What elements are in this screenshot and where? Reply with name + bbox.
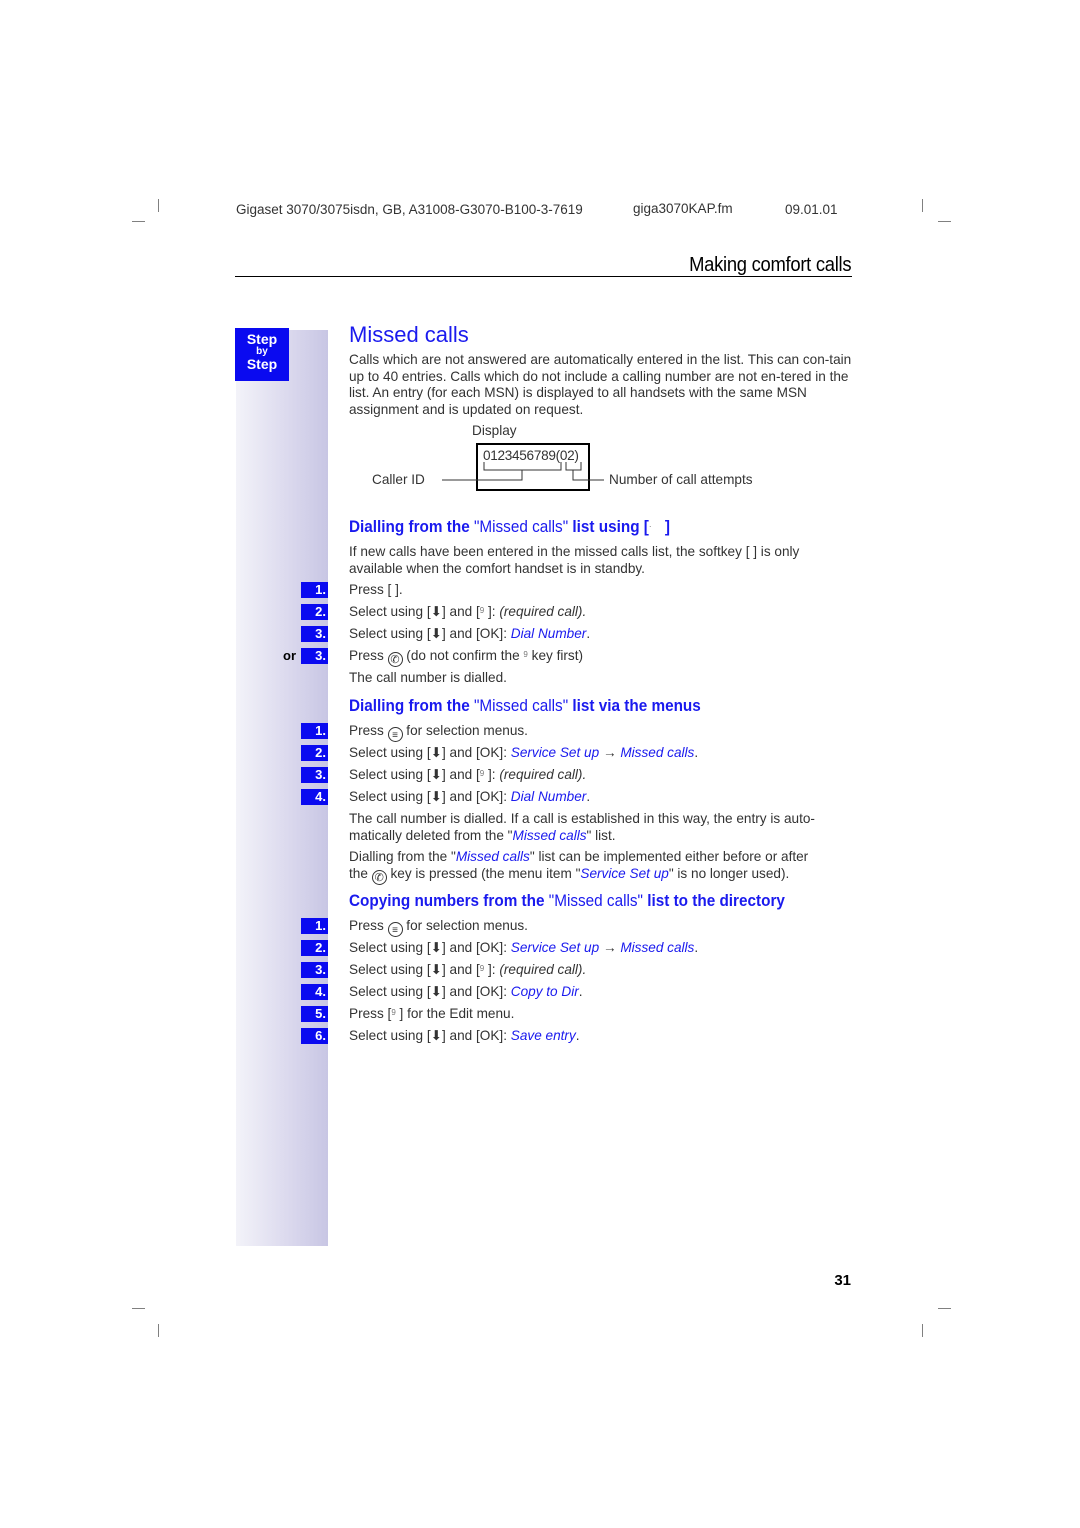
step-text: Press [ ]. — [349, 582, 403, 597]
phone-icon: ✆ — [387, 652, 403, 667]
phone-icon: ✆ — [371, 869, 387, 885]
heading-part: list via the menus — [568, 696, 701, 715]
step-text: Select using [⬇] and [9 ]: (required cal… — [349, 604, 587, 619]
crop-mark — [938, 1308, 951, 1309]
doc-date: 09.01.01 — [785, 202, 838, 217]
crop-mark — [158, 199, 159, 212]
heading-part: Dialling from the — [349, 517, 474, 536]
crop-mark — [938, 221, 951, 222]
caller-id-label: Caller ID — [372, 472, 425, 487]
menu-link-service-set-up[interactable]: Service Set up — [511, 745, 599, 760]
badge-line: Step — [246, 331, 278, 347]
down-arrow-icon: ⬇ — [430, 626, 442, 641]
step-number: 3. — [301, 962, 328, 978]
menu-link-missed-calls[interactable]: Missed calls — [620, 745, 694, 760]
heading-part: "Missed calls" — [473, 696, 569, 715]
step-number: 5. — [301, 1006, 328, 1022]
step-sidebar — [236, 330, 328, 1246]
step-text: Select using [⬇] and [OK]: Dial Number. — [349, 626, 591, 641]
step-text: Press ✆ (do not confirm the 9 key first) — [349, 648, 584, 667]
crop-mark — [158, 1324, 159, 1337]
step-text: Select using [⬇] and [9 ]: (required cal… — [349, 767, 587, 782]
call-attempts-label: Number of call attempts — [609, 472, 753, 487]
down-arrow-icon: ⬇ — [430, 604, 442, 619]
step-text: Press ≡ for selection menus. — [349, 723, 528, 742]
doc-reference: Gigaset 3070/3075isdn, GB, A31008-G3070-… — [236, 202, 583, 217]
crop-mark — [922, 1324, 923, 1337]
crop-mark — [132, 221, 145, 222]
display-label: Display — [472, 423, 517, 438]
doc-file: giga3070KAP.fm — [633, 201, 733, 216]
step-text: Select using [⬇] and [OK]: Save entry. — [349, 1028, 580, 1043]
or-label: or — [283, 648, 296, 663]
heading-dialling-softkey: Dialling from the "Missed calls" list us… — [349, 517, 670, 536]
crop-mark — [922, 199, 923, 212]
heading-part: Dialling from the — [349, 696, 474, 715]
heading-copy-to-directory: Copying numbers from the "Missed calls" … — [349, 891, 785, 911]
heading-part: "Missed calls" — [473, 517, 569, 536]
page-number: 31 — [834, 1272, 851, 1289]
down-arrow-icon: ⬇ — [430, 745, 442, 760]
missed-calls-ref: Missed calls — [512, 827, 587, 843]
step-number: 6. — [301, 1028, 328, 1044]
step-text: Select using [⬇] and [OK]: Service Set u… — [349, 745, 699, 760]
down-arrow-icon: ⬇ — [430, 984, 442, 999]
crop-mark — [132, 1308, 145, 1309]
heading-dialling-menus: Dialling from the "Missed calls" list vi… — [349, 696, 701, 716]
step-number: 4. — [301, 984, 328, 1000]
step-text: Select using [⬇] and [OK]: Copy to Dir. — [349, 984, 583, 999]
step-number: 4. — [301, 789, 328, 805]
step-number: 1. — [301, 918, 328, 934]
menu-link-service-set-up[interactable]: Service Set up — [511, 940, 599, 955]
page-title: Missed calls — [349, 322, 469, 347]
step-number: 2. — [301, 940, 328, 956]
step-text: Select using [⬇] and [9 ]: (required cal… — [349, 962, 587, 977]
badge-line: Step — [246, 356, 278, 372]
before-after-paragraph: Dialling from the "Missed calls" list ca… — [349, 849, 809, 885]
down-arrow-icon: ⬇ — [430, 767, 442, 782]
intro-paragraph: Calls which are not answered are automat… — [349, 352, 852, 417]
down-arrow-icon: ⬇ — [430, 940, 442, 955]
menu-link-save-entry[interactable]: Save entry — [511, 1028, 576, 1043]
section-title: Making comfort calls — [688, 254, 851, 276]
step-number: 3. — [301, 648, 328, 664]
step-text: Press [9 ] for the Edit menu. — [349, 1006, 515, 1021]
step-by-step-badge: Step by Step — [235, 328, 289, 381]
menu-link-dial-number[interactable]: Dial Number — [511, 789, 587, 804]
heading-part: list using [ — [568, 517, 649, 536]
heading-part: Copying numbers from the — [349, 891, 549, 910]
down-arrow-icon: ⬇ — [430, 789, 442, 804]
menu-link-copy-to-dir[interactable]: Copy to Dir — [511, 984, 579, 999]
step-number: 3. — [301, 626, 328, 642]
down-arrow-icon: ⬇ — [430, 962, 442, 977]
menu-link-dial-number[interactable]: Dial Number — [511, 626, 587, 641]
step-text: Select using [⬇] and [OK]: Service Set u… — [349, 940, 699, 955]
down-arrow-icon: ⬇ — [430, 1028, 442, 1043]
heading-part: "Missed calls" — [548, 891, 643, 910]
diagram-brackets — [442, 462, 604, 481]
step-text: Press ≡ for selection menus. — [349, 918, 528, 937]
result-text: The call number is dialled. — [349, 670, 507, 685]
heading-part: list to the directory — [642, 891, 785, 910]
menu-icon: ≡ — [387, 727, 403, 742]
auto-delete-paragraph: The call number is dialled. If a call is… — [349, 811, 815, 843]
menu-link-missed-calls[interactable]: Missed calls — [620, 940, 694, 955]
step-number: 1. — [301, 723, 328, 739]
softkey-note: If new calls have been entered in the mi… — [349, 544, 800, 576]
step-number: 1. — [301, 582, 328, 598]
menu-icon: ≡ — [387, 922, 403, 937]
step-text: Select using [⬇] and [OK]: Dial Number. — [349, 789, 591, 804]
missed-calls-ref: Missed calls — [455, 849, 530, 864]
service-setup-ref: Service Set up — [580, 865, 669, 881]
heading-part: ] — [660, 517, 670, 536]
header-rule — [235, 276, 852, 277]
step-number: 2. — [301, 604, 328, 620]
step-number: 3. — [301, 767, 328, 783]
step-number: 2. — [301, 745, 328, 761]
